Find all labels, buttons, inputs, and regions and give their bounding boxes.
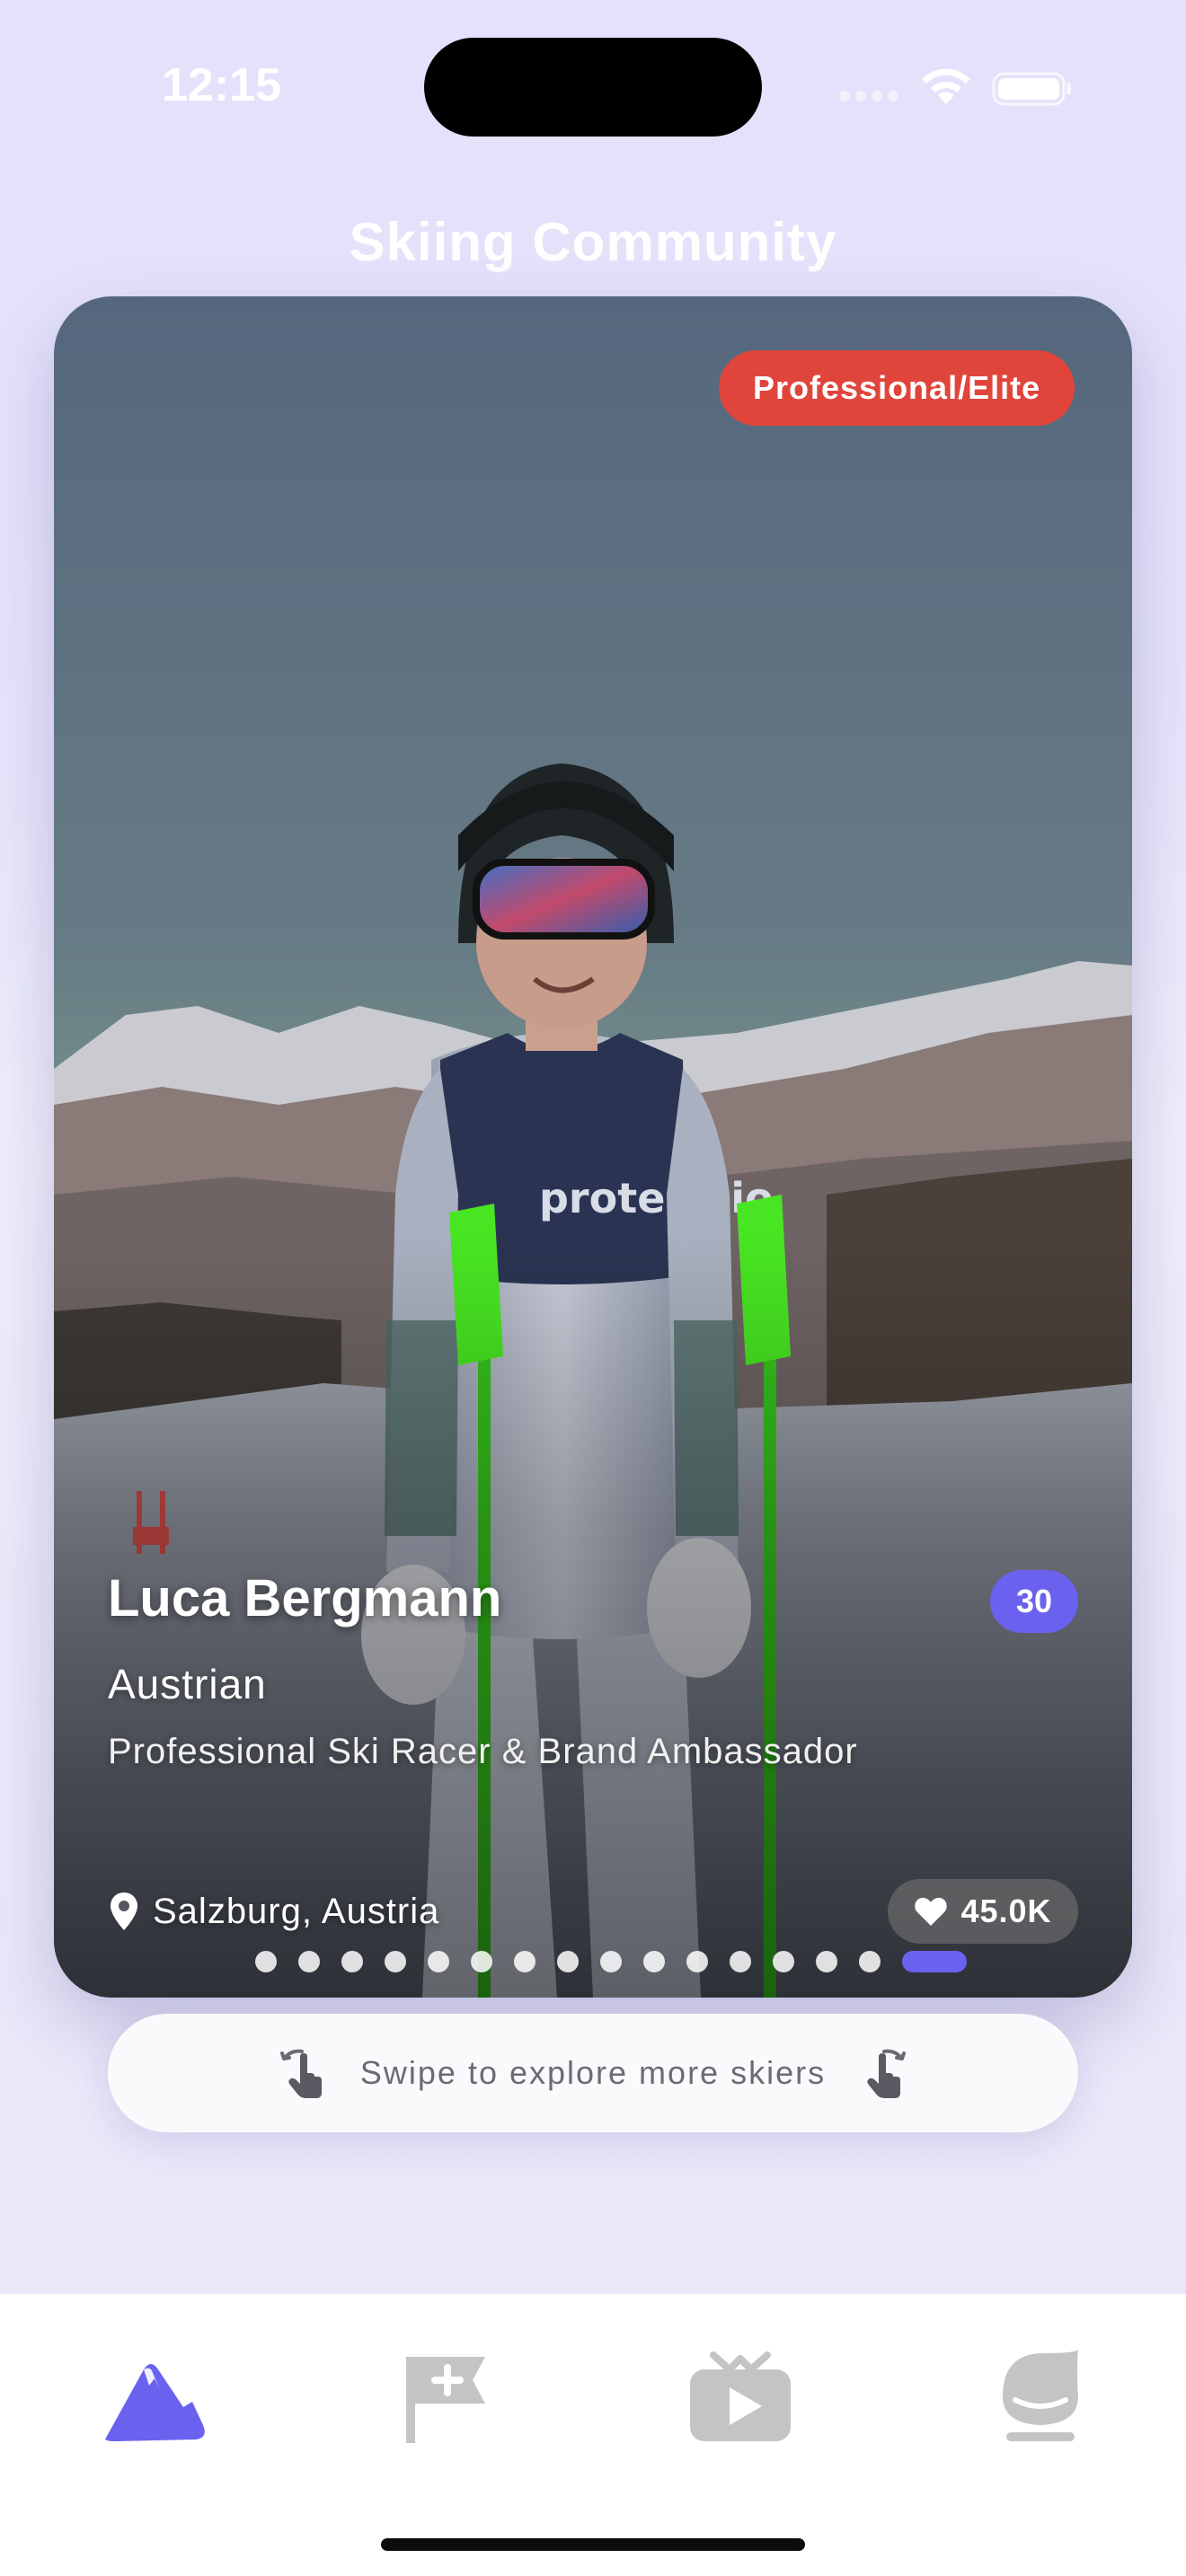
flag-plus-icon <box>406 2357 485 2443</box>
page-dot[interactable] <box>773 1951 794 1972</box>
video-play-icon <box>690 2351 791 2441</box>
page-dot[interactable] <box>341 1951 363 1972</box>
location-text: Salzburg, Austria <box>153 1891 440 1931</box>
skier-location: Salzburg, Austria <box>108 1883 647 1940</box>
page-title: Skiing Community <box>349 212 837 272</box>
page-dot[interactable] <box>902 1951 967 1972</box>
skier-name: Luca Bergmann <box>108 1569 502 1628</box>
like-button[interactable]: 45.0K <box>888 1879 1078 1944</box>
skier-nationality: Austrian <box>108 1661 267 1707</box>
page-dot[interactable] <box>471 1951 492 1972</box>
status-time: 12:15 <box>162 59 281 111</box>
bottom-tab-bar <box>0 2294 1186 2576</box>
map-pin-icon <box>111 1892 137 1930</box>
page-dot[interactable] <box>859 1951 881 1972</box>
page-dot[interactable] <box>514 1951 535 1972</box>
page-dot[interactable] <box>643 1951 665 1972</box>
swipe-hand-icon <box>280 2049 322 2098</box>
dynamic-island <box>424 38 762 137</box>
tab-challenges[interactable] <box>383 2342 509 2450</box>
swipe-hint-text: Swipe to explore more skiers <box>359 2054 827 2091</box>
page-dot[interactable] <box>816 1951 837 1972</box>
page-dot[interactable] <box>730 1951 751 1972</box>
page-dot[interactable] <box>255 1951 277 1972</box>
page-dot[interactable] <box>557 1951 579 1972</box>
page-dot[interactable] <box>600 1951 622 1972</box>
heart-icon <box>915 1897 948 1926</box>
wifi-icon <box>922 68 970 104</box>
page-dot[interactable] <box>298 1951 320 1972</box>
page-dot[interactable] <box>385 1951 406 1972</box>
age-badge: 30 <box>990 1570 1078 1633</box>
level-badge: Professional/Elite <box>719 350 1075 426</box>
page-dot[interactable] <box>428 1951 449 1972</box>
battery-icon <box>992 72 1071 106</box>
pagination-dots[interactable] <box>255 1951 974 1972</box>
profile-face-icon <box>1003 2350 1078 2441</box>
mountain-icon <box>105 2364 205 2441</box>
signal-icon <box>839 90 902 102</box>
skier-profile-card[interactable]: protern.io Professional/Elite Luca Bergm… <box>54 296 1132 1998</box>
page-dot[interactable] <box>686 1951 708 1972</box>
tab-profile[interactable] <box>976 2342 1102 2450</box>
skier-occupation: Professional Ski Racer & Brand Ambassado… <box>108 1732 858 1771</box>
tab-mountain[interactable] <box>90 2342 216 2450</box>
tab-videos[interactable] <box>677 2342 803 2450</box>
swipe-hint: Swipe to explore more skiers <box>108 2014 1078 2132</box>
likes-count: 45.0K <box>960 1892 1052 1929</box>
swipe-hand-icon <box>867 2049 906 2098</box>
home-indicator <box>381 2538 805 2551</box>
